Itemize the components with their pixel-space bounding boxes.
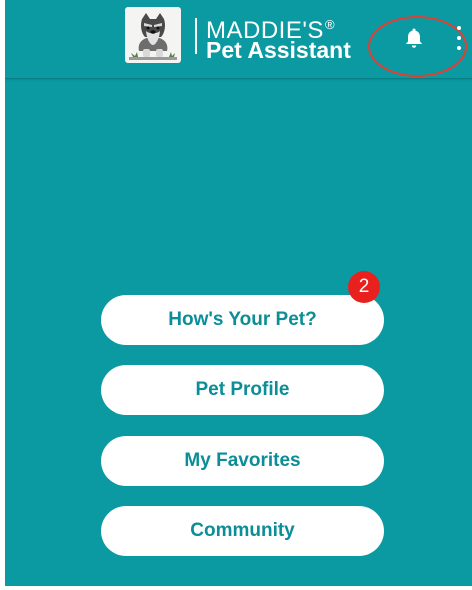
- community-button[interactable]: Community: [101, 506, 384, 556]
- brand-name-bottom: Pet Assistant: [206, 37, 351, 63]
- app-screen: MADDIE'S® Pet Assistant How's Your Pet? …: [5, 0, 472, 586]
- app-bar: MADDIE'S® Pet Assistant: [5, 0, 472, 79]
- schnauzer-dog-logo-icon: [125, 7, 181, 63]
- logo-divider: [195, 18, 197, 54]
- more-vertical-icon[interactable]: [453, 24, 465, 52]
- pet-profile-button[interactable]: Pet Profile: [101, 365, 384, 415]
- my-favorites-button[interactable]: My Favorites: [101, 436, 384, 486]
- bell-icon[interactable]: [402, 26, 426, 50]
- registered-mark: ®: [324, 17, 336, 32]
- notification-count-badge: 2: [348, 271, 380, 303]
- hows-your-pet-button[interactable]: How's Your Pet?: [101, 295, 384, 345]
